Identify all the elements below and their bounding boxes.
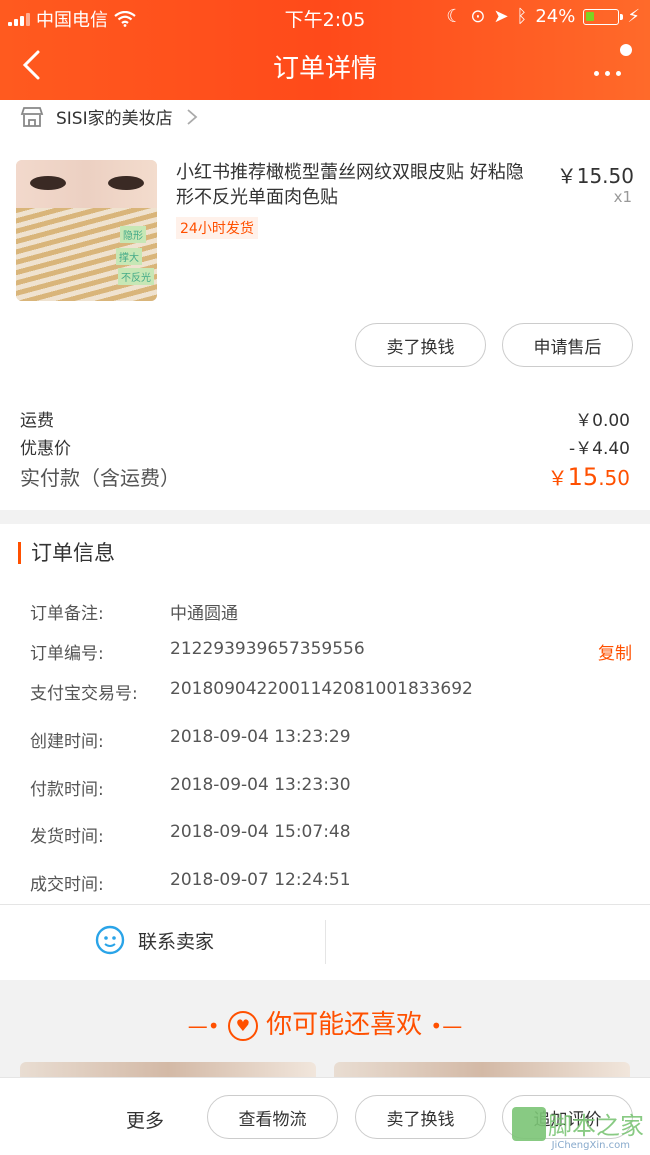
- shop-icon: [20, 106, 44, 127]
- vertical-divider: [325, 920, 326, 964]
- notification-dot: [620, 44, 632, 56]
- image-tag: 隐形: [120, 226, 146, 243]
- info-row: 发货时间: 2018-09-04 15:07:48: [30, 822, 351, 847]
- info-row: 成交时间: 2018-09-07 12:24:51: [30, 870, 351, 895]
- image-tag: 不反光: [118, 268, 154, 285]
- dash-right-decor: •—: [430, 1014, 463, 1038]
- battery-icon: [583, 8, 624, 25]
- paid-row: 实付款（含运费） ￥15.50: [20, 462, 630, 491]
- more-button[interactable]: 更多: [126, 1106, 164, 1133]
- charging-icon: ⚡: [627, 6, 640, 27]
- product-name[interactable]: 小红书推荐橄榄型蕾丝网纹双眼皮贴 好粘隐形不反光单面肉色贴: [176, 160, 541, 210]
- paid-amount: ￥15.50: [547, 463, 630, 491]
- page-title: 订单详情: [272, 54, 377, 84]
- sell-button[interactable]: 卖了换钱: [355, 323, 486, 367]
- shipping-fee-value: ￥0.00: [575, 411, 630, 431]
- watermark-icon: [512, 1106, 546, 1141]
- image-tag: 撑大: [116, 248, 142, 265]
- dash-left-decor: —•: [187, 1014, 220, 1038]
- shop-row[interactable]: SISI家的美妆店: [20, 104, 199, 129]
- paid-label: 实付款（含运费）: [20, 466, 180, 490]
- discount-row: 优惠价 -￥4.40: [20, 434, 630, 459]
- nav-bar: 订单详情: [0, 34, 650, 100]
- shop-name: SISI家的美妆店: [56, 109, 173, 129]
- shipping-fee-label: 运费: [20, 411, 54, 431]
- info-row: 创建时间: 2018-09-04 13:23:29: [30, 727, 351, 752]
- recommend-title: —• ♥ 你可能还喜欢 •—: [187, 1010, 463, 1041]
- info-row: 订单编号: 212293939657359556 复制: [30, 639, 632, 664]
- order-item-card: SISI家的美妆店 隐形 撑大 不反光 小红书推荐橄榄型蕾丝网纹双眼皮贴 好粘隐…: [0, 100, 650, 510]
- contact-seller-button[interactable]: 联系卖家: [94, 924, 214, 956]
- contact-seller-label: 联系卖家: [138, 930, 215, 953]
- chat-icon: [95, 925, 125, 955]
- shipping-badge: 24小时发货: [176, 217, 258, 239]
- info-row: 付款时间: 2018-09-04 13:23:30: [30, 775, 351, 800]
- view-logistics-button[interactable]: 查看物流: [207, 1095, 338, 1139]
- after-sale-button[interactable]: 申请售后: [502, 323, 633, 367]
- status-bar: 中国电信 下午2:05 ☾ ⊙ ➤ ᛒ 24% ⚡: [0, 0, 650, 34]
- lock-rotation-icon: ⊙: [470, 6, 486, 27]
- header: 中国电信 下午2:05 ☾ ⊙ ➤ ᛒ 24% ⚡ 订单详情: [0, 0, 650, 100]
- info-row: 订单备注: 中通圆通: [30, 604, 238, 624]
- battery-label: 24%: [535, 6, 576, 27]
- more-menu-button[interactable]: [592, 44, 632, 84]
- product-quantity: x1: [613, 188, 632, 206]
- watermark-url: JiChengXin.com: [551, 1140, 630, 1151]
- status-right: ☾ ⊙ ➤ ᛒ 24% ⚡: [446, 6, 640, 27]
- more-dots-icon: [594, 71, 621, 76]
- divider: [0, 904, 650, 905]
- product-price: ￥15.50: [556, 164, 634, 188]
- location-icon: ➤: [493, 6, 509, 27]
- order-info-card: 订单信息 订单备注: 中通圆通 订单编号: 212293939657359556…: [0, 524, 650, 980]
- sell-button-bottom[interactable]: 卖了换钱: [355, 1095, 486, 1139]
- copy-button[interactable]: 复制: [598, 639, 632, 664]
- product-image[interactable]: 隐形 撑大 不反光: [16, 160, 157, 301]
- order-info-title: 订单信息: [18, 542, 115, 564]
- discount-value: -￥4.40: [569, 439, 630, 459]
- moon-icon: ☾: [446, 6, 463, 27]
- shipping-fee-row: 运费 ￥0.00: [20, 406, 630, 431]
- watermark-logo: 脚本之家: [512, 1106, 644, 1141]
- info-row: 支付宝交易号: 2018090422001142081001833692: [30, 679, 473, 704]
- discount-label: 优惠价: [20, 439, 71, 459]
- heart-icon: ♥: [227, 1010, 258, 1041]
- bluetooth-icon: ᛒ: [516, 6, 528, 27]
- chevron-right-icon: [187, 108, 197, 125]
